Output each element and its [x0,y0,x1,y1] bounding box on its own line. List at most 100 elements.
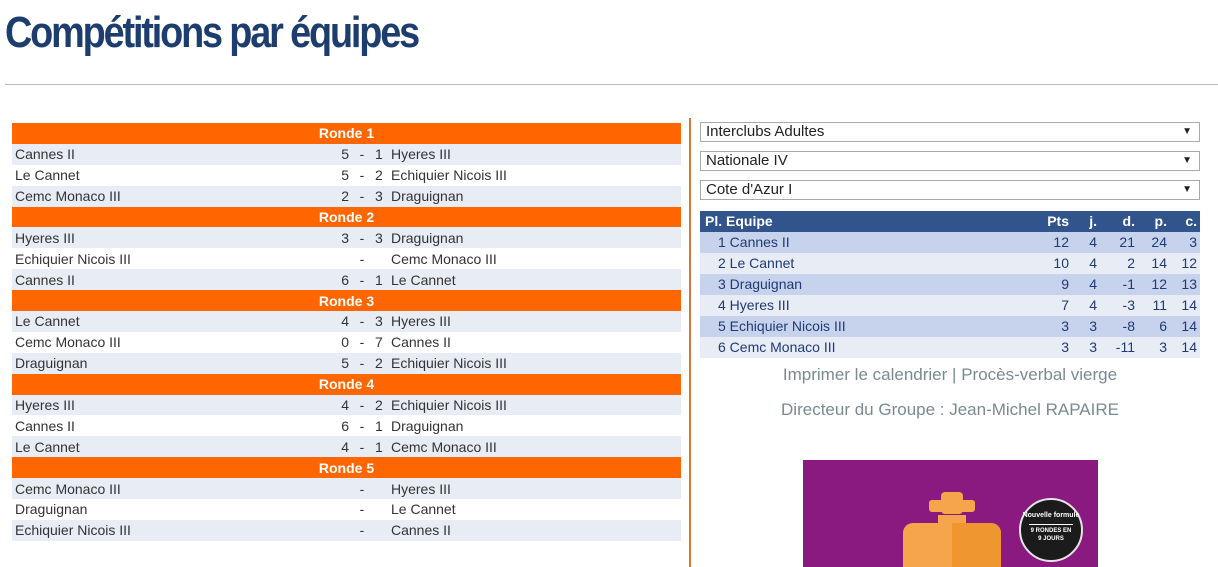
standings-row: 4 Hyeres III 7 4 -3 11 14 [700,295,1200,316]
standings-c: 14 [1170,337,1200,358]
standings-d: 2 [1100,253,1138,274]
away-team: Cemc Monaco III [388,248,681,270]
new-format-badge: Nouvelle formule 9 RONDES EN 9 JOURS [1019,498,1083,562]
competition-select[interactable]: Interclubs Adultes ▼ [700,122,1200,142]
standings-j: 4 [1072,253,1100,274]
score-separator: - [352,185,372,207]
away-team: Cannes II [388,519,681,541]
home-score: 3 [318,227,352,249]
col-j: j. [1072,211,1100,232]
standings-c: 3 [1170,232,1200,253]
score-separator: - [352,164,372,186]
home-score: 6 [318,269,352,291]
home-team: Le Cannet [12,436,318,458]
away-team: Hyeres III [388,478,681,500]
standings-team: 1 Cannes II [700,232,1018,253]
score-separator: - [352,331,372,353]
away-score: 2 [372,164,388,186]
badge-subtitle: 9 RONDES EN 9 JOURS [1029,524,1073,543]
away-score: 3 [372,227,388,249]
home-team: Cemc Monaco III [12,185,318,207]
home-team: Draguignan [12,352,318,374]
match-row: Draguignan 5-2 Echiquier Nicois III [12,352,681,374]
home-team: Le Cannet [12,164,318,186]
standings-pts: 7 [1018,295,1072,316]
promo-banner[interactable]: Nouvelle formule 9 RONDES EN 9 JOURS [803,460,1098,567]
standings-c: 13 [1170,274,1200,295]
away-score: 2 [372,394,388,416]
away-team: Hyeres III [388,143,681,165]
home-score: 4 [318,436,352,458]
rounds-panel: Ronde 1 Cannes II 5-1 Hyeres III Le Cannet 5-… [12,123,681,541]
home-team: Hyeres III [12,227,318,249]
score-separator: - [352,143,372,165]
blank-report-link[interactable]: Procès-verbal vierge [961,365,1117,384]
round-label: Ronde 3 [12,290,681,312]
group-select[interactable]: Cote d'Azur I ▼ [700,180,1200,200]
standings-p: 24 [1138,232,1170,253]
standings-p: 3 [1138,337,1170,358]
competition-select-value: Interclubs Adultes [706,123,825,140]
division-select[interactable]: Nationale IV ▼ [700,151,1200,171]
standings-pts: 3 [1018,316,1072,337]
home-score: 5 [318,352,352,374]
away-team: Draguignan [388,227,681,249]
away-team: Echiquier Nicois III [388,352,681,374]
away-score: 1 [372,436,388,458]
match-row: Le Cannet 4-1 Cemc Monaco III [12,436,681,458]
standings-pts: 9 [1018,274,1072,295]
match-row: Hyeres III 4-2 Echiquier Nicois III [12,394,681,416]
home-score: 4 [318,394,352,416]
home-team: Hyeres III [12,394,318,416]
away-team: Draguignan [388,415,681,437]
match-row: Cemc Monaco III 0-7 Cannes II [12,331,681,353]
match-row: Cannes II 6-1 Draguignan [12,415,681,437]
match-row: Le Cannet 4-3 Hyeres III [12,311,681,332]
home-team: Cemc Monaco III [12,331,318,353]
round-label: Ronde 5 [12,457,681,479]
standings-team: 5 Echiquier Nicois III [700,316,1018,337]
home-score [318,519,352,541]
col-team: Pl. Equipe [700,211,1018,232]
standings-header-row: Pl. Equipe Pts j. d. p. c. [700,211,1200,232]
chess-king-icon-neck [938,515,966,523]
rounds-table: Ronde 1 Cannes II 5-1 Hyeres III Le Cannet 5-… [12,123,681,541]
away-score: 1 [372,269,388,291]
round-header: Ronde 5 [12,457,681,479]
group-select-value: Cote d'Azur I [706,181,793,198]
score-separator: - [352,415,372,437]
away-score: 3 [372,311,388,332]
standings-pts: 3 [1018,337,1072,358]
score-separator: - [352,227,372,249]
home-score: 0 [318,331,352,353]
standings-row: 1 Cannes II 12 4 21 24 3 [700,232,1200,253]
standings-team: 4 Hyeres III [700,295,1018,316]
print-calendar-link[interactable]: Imprimer le calendrier [783,365,947,384]
badge-title: Nouvelle formule [1022,512,1080,519]
standings-team: 6 Cemc Monaco III [700,337,1018,358]
standings-j: 4 [1072,232,1100,253]
title-divider [5,84,1218,85]
home-team: Draguignan [12,499,318,520]
dropdown-arrow-icon: ▼ [1182,184,1192,195]
away-team: Echiquier Nicois III [388,394,681,416]
away-score [372,519,388,541]
standings-d: -1 [1100,274,1138,295]
standings-d: -3 [1100,295,1138,316]
score-separator: - [352,269,372,291]
standings-j: 4 [1072,295,1100,316]
match-row: Echiquier Nicois III - Cemc Monaco III [12,248,681,270]
match-row: Echiquier Nicois III - Cannes II [12,519,681,541]
away-team: Le Cannet [388,499,681,520]
score-separator: - [352,519,372,541]
match-row: Cannes II 5-1 Hyeres III [12,143,681,165]
score-separator: - [352,499,372,520]
home-team: Echiquier Nicois III [12,519,318,541]
away-team: Hyeres III [388,311,681,332]
match-row: Cannes II 6-1 Le Cannet [12,269,681,291]
match-row: Le Cannet 5-2 Echiquier Nicois III [12,164,681,186]
home-team: Le Cannet [12,311,318,332]
chess-king-icon-head [941,492,963,514]
standings-row: 6 Cemc Monaco III 3 3 -11 3 14 [700,337,1200,358]
standings-pts: 12 [1018,232,1072,253]
